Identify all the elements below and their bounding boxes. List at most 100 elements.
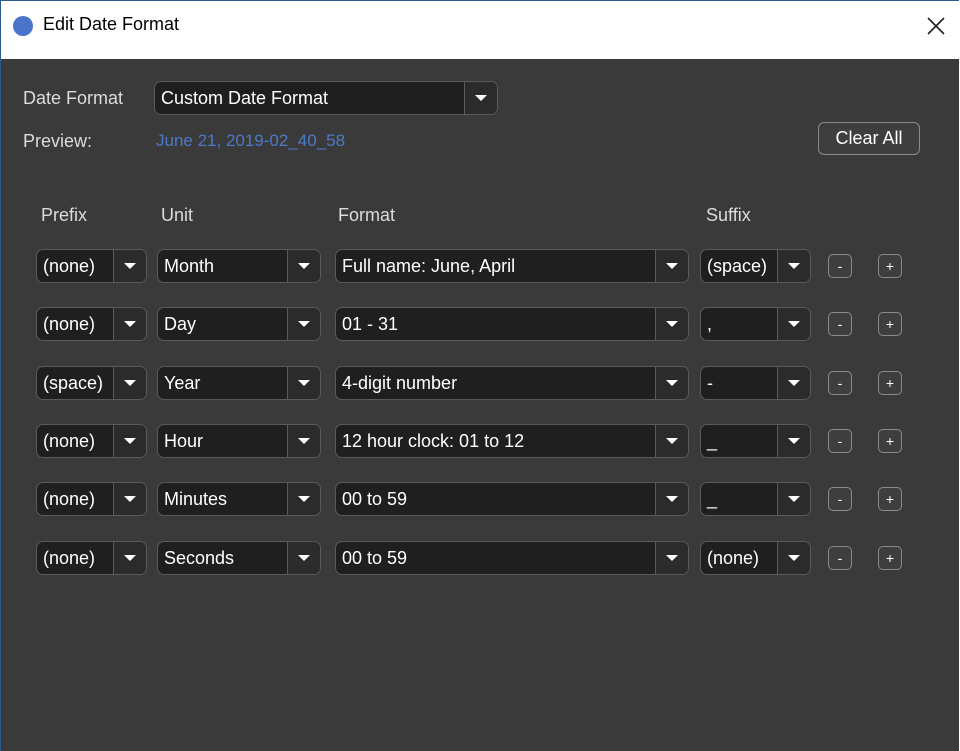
edit-date-format-dialog: Edit Date Format Date Format Custom Date… <box>0 0 959 751</box>
window-title: Edit Date Format <box>43 14 180 34</box>
prefix-select[interactable]: (none) <box>36 424 147 458</box>
close-button[interactable] <box>919 9 953 43</box>
chevron-down-icon[interactable] <box>113 250 146 282</box>
chevron-down-icon[interactable] <box>777 542 810 574</box>
chevron-down-icon[interactable] <box>287 542 320 574</box>
chevron-down-icon[interactable] <box>777 367 810 399</box>
app-icon <box>13 16 33 36</box>
format-value: 00 to 59 <box>342 548 408 568</box>
prefix-select[interactable]: (none) <box>36 482 147 516</box>
suffix-select[interactable]: (none) <box>700 541 811 575</box>
chevron-down-icon[interactable] <box>113 425 146 457</box>
format-value: 12 hour clock: 01 to 12 <box>342 431 525 451</box>
add-row-button[interactable]: + <box>878 546 902 570</box>
chevron-down-icon[interactable] <box>777 250 810 282</box>
chevron-down-icon[interactable] <box>655 250 688 282</box>
unit-value: Year <box>164 373 201 393</box>
remove-row-button[interactable]: - <box>828 371 852 395</box>
suffix-value: , <box>707 314 713 334</box>
date-format-value: Custom Date Format <box>161 88 329 108</box>
remove-row-button[interactable]: - <box>828 312 852 336</box>
suffix-select[interactable]: _ <box>700 482 811 516</box>
prefix-value: (none) <box>43 548 96 568</box>
prefix-select[interactable]: (space) <box>36 366 147 400</box>
add-row-button[interactable]: + <box>878 312 902 336</box>
format-select[interactable]: 4-digit number <box>335 366 689 400</box>
chevron-down-icon[interactable] <box>777 308 810 340</box>
chevron-down-icon[interactable] <box>113 483 146 515</box>
format-select[interactable]: 12 hour clock: 01 to 12 <box>335 424 689 458</box>
chevron-down-icon[interactable] <box>113 542 146 574</box>
unit-select[interactable]: Month <box>157 249 321 283</box>
remove-row-button[interactable]: - <box>828 487 852 511</box>
unit-select[interactable]: Minutes <box>157 482 321 516</box>
chevron-down-icon[interactable] <box>287 308 320 340</box>
date-format-select[interactable]: Custom Date Format <box>154 81 498 115</box>
chevron-down-icon[interactable] <box>287 483 320 515</box>
format-value: 4-digit number <box>342 373 458 393</box>
column-header-prefix: Prefix <box>41 205 88 225</box>
chevron-down-icon[interactable] <box>655 425 688 457</box>
unit-value: Hour <box>164 431 204 451</box>
clear-all-button[interactable]: Clear All <box>818 122 920 155</box>
column-header-unit: Unit <box>161 205 194 225</box>
chevron-down-icon[interactable] <box>655 542 688 574</box>
chevron-down-icon[interactable] <box>287 425 320 457</box>
chevron-down-icon[interactable] <box>777 425 810 457</box>
column-header-format: Format <box>338 205 396 225</box>
chevron-down-icon[interactable] <box>777 483 810 515</box>
unit-value: Minutes <box>164 489 228 509</box>
chevron-down-icon[interactable] <box>655 308 688 340</box>
unit-value: Day <box>164 314 197 334</box>
preview-label: Preview: <box>23 131 93 151</box>
add-row-button[interactable]: + <box>878 254 902 278</box>
preview-value: June 21, 2019-02_40_58 <box>156 131 346 150</box>
prefix-value: (none) <box>43 314 96 334</box>
add-row-button[interactable]: + <box>878 429 902 453</box>
title-bar: Edit Date Format <box>1 1 959 59</box>
remove-row-button[interactable]: - <box>828 254 852 278</box>
format-select[interactable]: 01 - 31 <box>335 307 689 341</box>
suffix-value: (none) <box>707 548 760 568</box>
unit-select[interactable]: Hour <box>157 424 321 458</box>
unit-select[interactable]: Day <box>157 307 321 341</box>
suffix-value: (space) <box>707 256 768 276</box>
column-header-suffix: Suffix <box>706 205 751 225</box>
prefix-value: (none) <box>43 431 96 451</box>
format-value: Full name: June, April <box>342 256 516 276</box>
format-select[interactable]: Full name: June, April <box>335 249 689 283</box>
unit-value: Month <box>164 256 215 276</box>
chevron-down-icon[interactable] <box>113 367 146 399</box>
format-select[interactable]: 00 to 59 <box>335 541 689 575</box>
chevron-down-icon[interactable] <box>655 483 688 515</box>
unit-select[interactable]: Seconds <box>157 541 321 575</box>
prefix-select[interactable]: (none) <box>36 541 147 575</box>
suffix-select[interactable]: (space) <box>700 249 811 283</box>
suffix-value: _ <box>707 431 718 451</box>
suffix-select[interactable]: , <box>700 307 811 341</box>
suffix-select[interactable]: - <box>700 366 811 400</box>
add-row-button[interactable]: + <box>878 487 902 511</box>
prefix-value: (space) <box>43 373 104 393</box>
unit-select[interactable]: Year <box>157 366 321 400</box>
format-select[interactable]: 00 to 59 <box>335 482 689 516</box>
remove-row-button[interactable]: - <box>828 429 852 453</box>
chevron-down-icon[interactable] <box>113 308 146 340</box>
prefix-value: (none) <box>43 489 96 509</box>
format-value: 01 - 31 <box>342 314 399 334</box>
add-row-button[interactable]: + <box>878 371 902 395</box>
suffix-select[interactable]: _ <box>700 424 811 458</box>
chevron-down-icon[interactable] <box>287 250 320 282</box>
unit-value: Seconds <box>164 548 235 568</box>
chevron-down-icon[interactable] <box>655 367 688 399</box>
suffix-value: _ <box>707 489 718 509</box>
prefix-select[interactable]: (none) <box>36 249 147 283</box>
date-format-label: Date Format <box>23 88 124 108</box>
close-icon <box>927 17 945 35</box>
prefix-select[interactable]: (none) <box>36 307 147 341</box>
suffix-value: - <box>707 373 713 393</box>
format-value: 00 to 59 <box>342 489 408 509</box>
chevron-down-icon[interactable] <box>464 82 497 114</box>
chevron-down-icon[interactable] <box>287 367 320 399</box>
remove-row-button[interactable]: - <box>828 546 852 570</box>
